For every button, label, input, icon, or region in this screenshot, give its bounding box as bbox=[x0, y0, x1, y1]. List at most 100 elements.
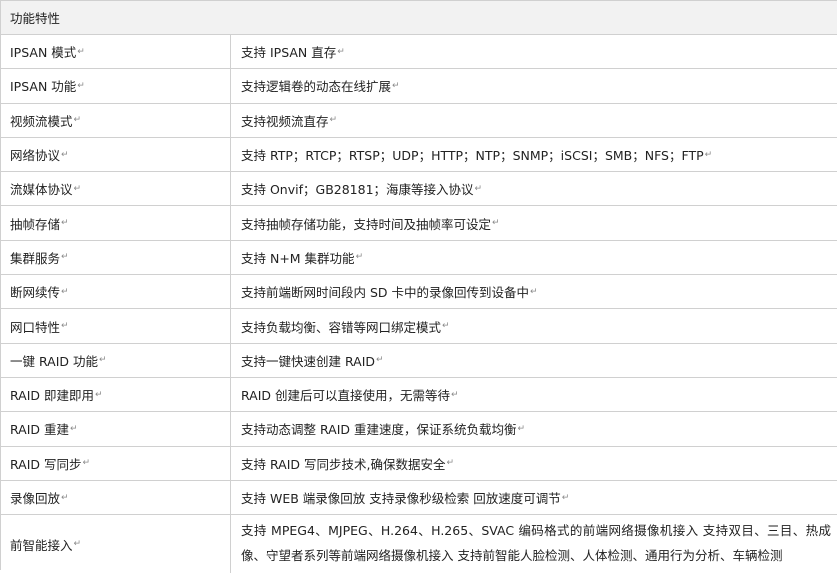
feature-desc-cell: 支持 N+M 集群功能 ↵ bbox=[231, 241, 837, 274]
feature-name: IPSAN 模式 bbox=[10, 45, 77, 61]
feature-desc: 支持一键快速创建 RAID bbox=[241, 353, 376, 369]
paragraph-mark-icon: ↵ bbox=[446, 458, 455, 469]
feature-name: 前智能接入 bbox=[10, 537, 73, 553]
paragraph-mark-icon: ↵ bbox=[517, 423, 526, 434]
feature-name: 断网续传 bbox=[10, 285, 61, 301]
feature-desc: 支持 N+M 集群功能 bbox=[241, 250, 355, 266]
paragraph-mark-icon: ↵ bbox=[95, 389, 103, 400]
paragraph-mark-icon: ↵ bbox=[474, 183, 483, 194]
feature-desc-cell: RAID 创建后可以直接使用，无需等待 ↵ bbox=[231, 378, 837, 411]
paragraph-mark-icon: ↵ bbox=[73, 115, 82, 126]
table-row: RAID 写同步 ↵ 支持 RAID 写同步技术,确保数据安全 ↵ bbox=[1, 446, 837, 481]
feature-desc: 支持 Onvif；GB28181；海康等接入协议 bbox=[241, 182, 474, 198]
feature-desc: 支持 MPEG4、MJPEG、H.264、H.265、SVAC 编码格式的前端网… bbox=[241, 523, 831, 564]
table-row: RAID 即建即用 ↵ RAID 创建后可以直接使用，无需等待 ↵ bbox=[1, 377, 837, 413]
feature-desc: 支持 RTP；RTCP；RTSP；UDP；HTTP；NTP；SNMP；iSCSI… bbox=[241, 148, 704, 164]
paragraph-mark-icon: ↵ bbox=[61, 218, 69, 229]
paragraph-mark-icon: ↵ bbox=[61, 149, 69, 160]
table-title: 功能特性 bbox=[10, 11, 61, 26]
paragraph-mark-icon: ↵ bbox=[99, 355, 107, 366]
table-row: 前智能接入 ↵ 支持 MPEG4、MJPEG、H.264、H.265、SVAC 编… bbox=[1, 515, 837, 573]
feature-desc-cell: 支持一键快速创建 RAID ↵ bbox=[231, 344, 837, 377]
feature-desc: 支持逻辑卷的动态在线扩展 bbox=[241, 79, 392, 95]
feature-desc-cell: 支持动态调整 RAID 重建速度，保证系统负载均衡 ↵ bbox=[231, 412, 837, 445]
feature-name-cell: 流媒体协议 ↵ bbox=[1, 172, 231, 206]
feature-name-cell: 集群服务 ↵ bbox=[1, 240, 231, 275]
feature-name: 一键 RAID 功能 bbox=[10, 353, 98, 369]
feature-name: RAID 写同步 bbox=[10, 456, 82, 472]
table-row: 抽帧存储 ↵ 支持抽帧存储功能，支持时间及抽帧率可设定 ↵ bbox=[1, 206, 837, 241]
paragraph-mark-icon: ↵ bbox=[70, 423, 78, 434]
feature-name: 集群服务 bbox=[10, 250, 61, 266]
paragraph-mark-icon: ↵ bbox=[337, 46, 345, 57]
table-header: 功能特性 bbox=[1, 1, 837, 35]
feature-name: 录像回放 bbox=[10, 491, 61, 506]
paragraph-mark-icon: ↵ bbox=[376, 355, 384, 366]
feature-name: IPSAN 功能 bbox=[10, 79, 77, 95]
feature-desc: 支持 IPSAN 直存 bbox=[241, 45, 337, 61]
paragraph-mark-icon: ↵ bbox=[442, 321, 450, 332]
feature-name-cell: 断网续传 ↵ bbox=[1, 275, 231, 309]
feature-desc: 支持抽帧存储功能，支持时间及抽帧率可设定 bbox=[241, 216, 492, 232]
table-row: 断网续传 ↵ 支持前端断网时间段内 SD 卡中的录像回传到设备中 ↵ bbox=[1, 275, 837, 310]
table-row: 一键 RAID 功能 ↵ 支持一键快速创建 RAID ↵ bbox=[1, 343, 837, 378]
feature-name: 抽帧存储 bbox=[10, 216, 61, 232]
table-row: 录像回放 ↵ 支持 WEB 端录像回放 支持录像秒级检索 回放速度可调节 ↵ bbox=[1, 480, 837, 516]
paragraph-mark-icon: ↵ bbox=[61, 321, 69, 332]
feature-desc-cell: 支持 RTP；RTCP；RTSP；UDP；HTTP；NTP；SNMP；iSCSI… bbox=[231, 138, 837, 171]
paragraph-mark-icon: ↵ bbox=[530, 286, 538, 297]
feature-name-cell: 前智能接入 ↵ bbox=[1, 515, 231, 573]
feature-desc-cell: 支持视频流直存 ↵ bbox=[231, 104, 837, 137]
feature-desc-cell: 支持 MPEG4、MJPEG、H.264、H.265、SVAC 编码格式的前端网… bbox=[231, 515, 837, 573]
paragraph-mark-icon: ↵ bbox=[77, 80, 85, 91]
feature-desc: 支持 WEB 端录像回放 支持录像秒级检索 回放速度可调节 bbox=[241, 491, 561, 506]
paragraph-mark-icon: ↵ bbox=[73, 539, 82, 550]
feature-name: 网络协议 bbox=[10, 148, 61, 164]
feature-desc-cell: 支持逻辑卷的动态在线扩展 ↵ bbox=[231, 69, 837, 102]
paragraph-mark-icon: ↵ bbox=[73, 183, 82, 194]
feature-name-cell: RAID 即建即用 ↵ bbox=[1, 377, 231, 412]
table-row: IPSAN 功能 ↵ 支持逻辑卷的动态在线扩展 ↵ bbox=[1, 69, 837, 104]
feature-desc: 支持动态调整 RAID 重建速度，保证系统负载均衡 bbox=[241, 422, 517, 438]
table-row: IPSAN 模式 ↵ 支持 IPSAN 直存 ↵ bbox=[1, 35, 837, 70]
feature-name: 网口特性 bbox=[10, 319, 61, 335]
paragraph-mark-icon: ↵ bbox=[355, 252, 364, 263]
feature-name-cell: IPSAN 模式 ↵ bbox=[1, 35, 231, 69]
feature-desc: 支持负载均衡、容错等网口绑定模式 bbox=[241, 319, 442, 335]
feature-name: RAID 重建 bbox=[10, 422, 70, 438]
feature-name-cell: 一键 RAID 功能 ↵ bbox=[1, 343, 231, 377]
feature-name: 流媒体协议 bbox=[10, 182, 73, 198]
feature-desc-cell: 支持抽帧存储功能，支持时间及抽帧率可设定 ↵ bbox=[231, 206, 837, 239]
feature-name-cell: 录像回放 ↵ bbox=[1, 480, 231, 515]
table-row: 网络协议 ↵ 支持 RTP；RTCP；RTSP；UDP；HTTP；NTP；SNMP… bbox=[1, 137, 837, 173]
feature-desc-cell: 支持 Onvif；GB28181；海康等接入协议 ↵ bbox=[231, 172, 837, 205]
feature-name-cell: 抽帧存储 ↵ bbox=[1, 206, 231, 240]
feature-name-cell: RAID 重建 ↵ bbox=[1, 412, 231, 446]
feature-desc-cell: 支持 IPSAN 直存 ↵ bbox=[231, 35, 837, 68]
feature-desc: RAID 创建后可以直接使用，无需等待 bbox=[241, 388, 451, 404]
paragraph-mark-icon: ↵ bbox=[561, 492, 570, 503]
table-row: 集群服务 ↵ 支持 N+M 集群功能 ↵ bbox=[1, 240, 837, 276]
table-row: 视频流模式 ↵ 支持视频流直存 ↵ bbox=[1, 103, 837, 138]
paragraph-mark-icon: ↵ bbox=[61, 252, 69, 263]
paragraph-mark-icon: ↵ bbox=[61, 286, 69, 297]
table-row: 网口特性 ↵ 支持负载均衡、容错等网口绑定模式 ↵ bbox=[1, 309, 837, 344]
feature-name: 视频流模式 bbox=[10, 113, 73, 129]
paragraph-mark-icon: ↵ bbox=[492, 218, 500, 229]
feature-desc-cell: 支持 RAID 写同步技术,确保数据安全 ↵ bbox=[231, 447, 837, 480]
table-row: RAID 重建 ↵ 支持动态调整 RAID 重建速度，保证系统负载均衡 ↵ bbox=[1, 412, 837, 447]
paragraph-mark-icon: ↵ bbox=[61, 492, 69, 503]
feature-desc-cell: 支持前端断网时间段内 SD 卡中的录像回传到设备中 ↵ bbox=[231, 275, 837, 308]
paragraph-mark-icon: ↵ bbox=[77, 46, 85, 57]
feature-desc: 支持前端断网时间段内 SD 卡中的录像回传到设备中 bbox=[241, 285, 530, 301]
feature-table: 功能特性 IPSAN 模式 ↵ 支持 IPSAN 直存 ↵ IPSAN 功能 ↵ 支持… bbox=[0, 0, 837, 573]
paragraph-mark-icon: ↵ bbox=[329, 115, 338, 126]
paragraph-mark-icon: ↵ bbox=[451, 389, 459, 400]
feature-name-cell: 网络协议 ↵ bbox=[1, 137, 231, 172]
paragraph-mark-icon: ↵ bbox=[704, 149, 713, 160]
paragraph-mark-icon: ↵ bbox=[392, 80, 400, 91]
feature-desc-cell: 支持负载均衡、容错等网口绑定模式 ↵ bbox=[231, 309, 837, 342]
table-row: 流媒体协议 ↵ 支持 Onvif；GB28181；海康等接入协议 ↵ bbox=[1, 172, 837, 207]
feature-name-cell: RAID 写同步 ↵ bbox=[1, 446, 231, 480]
feature-desc: 支持 RAID 写同步技术,确保数据安全 bbox=[241, 456, 446, 472]
